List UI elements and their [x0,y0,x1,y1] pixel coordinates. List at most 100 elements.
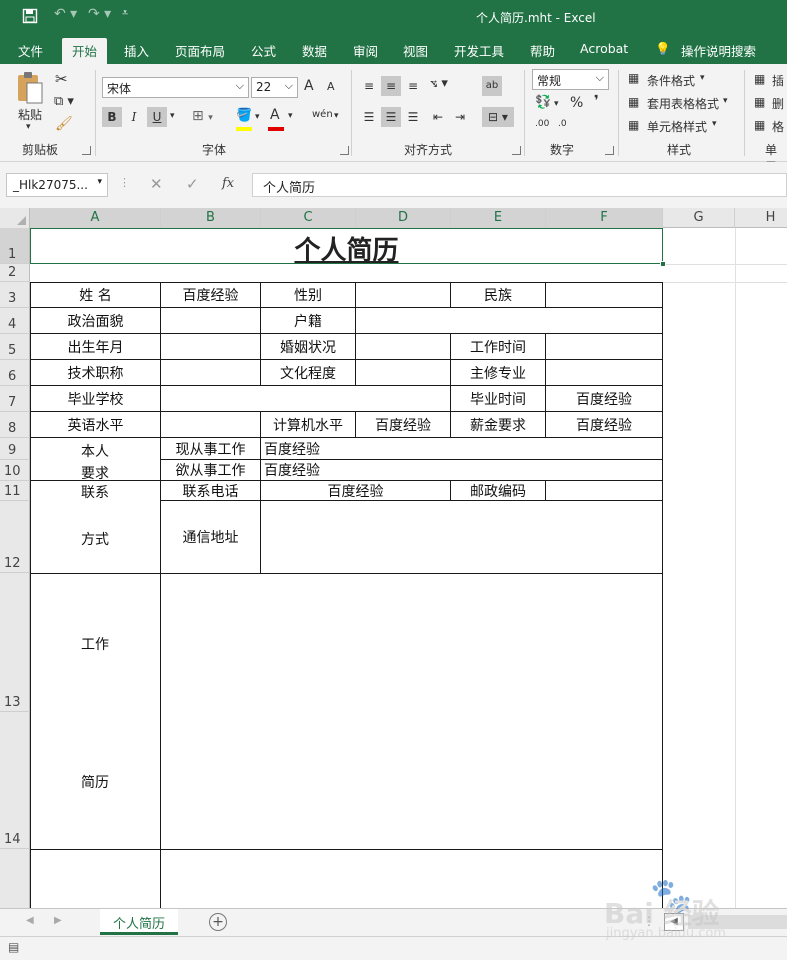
tab-home[interactable]: 开始 [62,38,108,64]
cell-phone-value[interactable]: 百度经验 [260,480,451,501]
clipboard-launcher-icon[interactable] [82,146,91,155]
col-header-g[interactable]: G [663,208,735,228]
cell-birth-label[interactable]: 出生年月 [30,333,161,360]
tab-insert[interactable]: 插入 [124,41,149,60]
tab-formulas[interactable]: 公式 [251,41,276,60]
cell-worktime-value[interactable] [545,333,663,360]
enter-icon[interactable]: ✓ [186,175,199,193]
format-cells-button[interactable]: 格 [772,118,784,135]
cut-icon[interactable]: ✂ [55,70,68,88]
format-as-table-button[interactable]: 套用表格格式 [647,95,719,112]
col-header-e[interactable]: E [451,208,546,228]
cell-styles-icon[interactable]: ▦ [628,118,639,132]
align-right-icon[interactable]: ☰ [403,107,423,127]
row-header-7[interactable]: 7 [0,386,30,412]
delete-cells-button[interactable]: 删 [772,95,784,112]
merge-center-icon[interactable]: ⊟ ▾ [482,107,514,127]
tab-page-layout[interactable]: 页面布局 [175,41,225,60]
worksheet-grid[interactable]: 个人简历 姓 名 百度经验 性别 民族 政治面貌 户籍 出生年月 婚姻状况 工作… [30,228,787,908]
row-header-9[interactable]: 9 [0,438,30,460]
cell-computer-value[interactable]: 百度经验 [355,411,451,438]
underline-button[interactable]: U [147,107,167,127]
cell-marriage-value[interactable] [355,333,451,360]
cell-gender-value[interactable] [355,282,451,308]
sheet-tab-resume[interactable]: 个人简历 [100,909,178,935]
cell-postcode-value[interactable] [545,480,663,501]
cell-address-label[interactable]: 通信地址 [160,500,261,574]
cell-current-job-value[interactable]: 百度经验 [260,437,663,460]
row-header-13[interactable]: 13 [0,573,30,712]
fill-color-icon[interactable]: 🪣 ▾ [236,108,260,123]
cell-politics-value[interactable] [160,307,261,334]
cell-jobtitle-label[interactable]: 技术职称 [30,359,161,386]
insert-function-icon[interactable]: fx [222,176,234,191]
h-scroll-left-icon[interactable]: ◀ [664,913,684,931]
cell-ethnic-value[interactable] [545,282,663,308]
cell-name-label[interactable]: 姓 名 [30,282,161,308]
cell-styles-dropdown-icon[interactable]: ▾ [712,119,717,129]
row-header-8[interactable]: 8 [0,412,30,438]
cell-english-label[interactable]: 英语水平 [30,411,161,438]
percent-icon[interactable]: % [570,95,583,111]
undo-icon[interactable]: ↶ ▾ [54,6,77,22]
col-header-f[interactable]: F [546,208,663,228]
cell-computer-label[interactable]: 计算机水平 [260,411,356,438]
font-name-box[interactable]: 宋体 ⌵ [102,77,249,98]
comma-style-icon[interactable]: ❜ [594,93,599,109]
row-header-10[interactable]: 10 [0,460,30,481]
cell-marriage-label[interactable]: 婚姻状况 [260,333,356,360]
increase-decimal-icon[interactable]: .00 [535,119,549,129]
insert-cells-button[interactable]: 插 [772,72,784,89]
title-cell[interactable]: 个人简历 [30,228,666,267]
cell-school-value[interactable] [160,385,451,412]
delete-cells-icon[interactable]: ▦ [754,95,765,109]
cell-major-value[interactable] [545,359,663,386]
cell-gender-label[interactable]: 性别 [260,282,356,308]
font-launcher-icon[interactable] [340,146,349,155]
select-all-corner[interactable] [0,208,30,228]
wrap-text-icon[interactable]: ab [482,76,502,96]
cell-styles-button[interactable]: 单元格样式 [647,118,707,135]
save-icon[interactable] [22,8,38,28]
insert-cells-icon[interactable]: ▦ [754,72,765,86]
cell-english-value[interactable] [160,411,261,438]
align-middle-icon[interactable]: ≡ [381,76,401,96]
tab-data[interactable]: 数据 [302,41,327,60]
row-header-2[interactable]: 2 [0,264,30,282]
format-cells-icon[interactable]: ▦ [754,118,765,132]
redo-icon[interactable]: ↷ ▾ [88,6,111,22]
paste-icon[interactable] [14,70,48,110]
customize-toolbar-icon[interactable]: ⩡ [122,6,128,20]
number-format-box[interactable]: 常规 ⌵ [532,69,609,90]
font-color-icon[interactable]: A [270,107,280,123]
row-header-4[interactable]: 4 [0,308,30,334]
cell-worktime-label[interactable]: 工作时间 [450,333,546,360]
name-box[interactable]: _Hlk27075... ▾ [6,173,108,197]
cell-jobtitle-value[interactable] [160,359,261,386]
fill-handle[interactable] [660,261,666,267]
col-header-h[interactable]: H [735,208,787,228]
conditional-format-dropdown-icon[interactable]: ▾ [700,73,705,83]
conditional-format-button[interactable]: 条件格式 [647,72,695,89]
scroll-right-icon[interactable]: ▶ [54,915,62,926]
cell-salary-label[interactable]: 薪金要求 [450,411,546,438]
col-header-b[interactable]: B [161,208,261,228]
cell-gradtime-value[interactable]: 百度经验 [545,385,663,412]
cell-contact-method[interactable]: 联系 方式 [30,480,161,574]
row-header-1[interactable]: 1 [0,228,30,264]
copy-icon[interactable]: ⧉ ▾ [54,94,74,109]
align-bottom-icon[interactable]: ≡ [403,76,423,96]
tab-developer[interactable]: 开发工具 [454,41,504,60]
cell-extra-label[interactable] [30,849,161,908]
cell-hukou-value[interactable] [355,307,663,334]
cell-postcode-label[interactable]: 邮政编码 [450,480,546,501]
cell-edu-value[interactable] [355,359,451,386]
align-top-icon[interactable]: ≡ [359,76,379,96]
cell-current-job-label[interactable]: 现从事工作 [160,437,261,460]
phonetic-dropdown-icon[interactable]: ▾ [334,111,339,121]
paste-dropdown-icon[interactable]: ▾ [26,122,31,132]
decrease-decimal-icon[interactable]: .0 [558,119,567,129]
cell-school-label[interactable]: 毕业学校 [30,385,161,412]
row-header-14[interactable]: 14 [0,712,30,849]
cell-desired-job-value[interactable]: 百度经验 [260,459,663,481]
